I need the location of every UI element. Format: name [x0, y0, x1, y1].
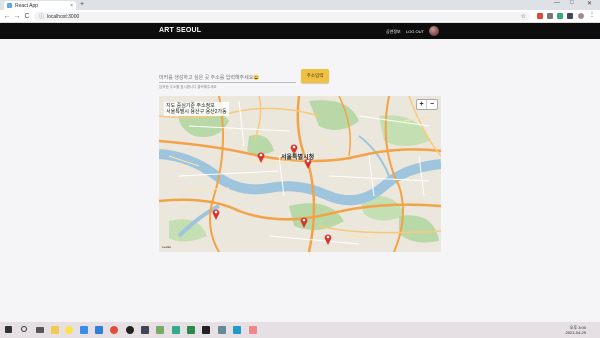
app-icon[interactable] [172, 326, 180, 334]
map-attribution[interactable]: Leaflet [162, 245, 171, 249]
kakaotalk-icon[interactable] [65, 326, 73, 334]
extension-icon[interactable] [537, 13, 543, 19]
app-icon[interactable] [233, 326, 241, 334]
app-icon[interactable] [156, 326, 164, 334]
app-icon[interactable] [187, 326, 195, 334]
react-favicon-icon [7, 3, 12, 8]
map-city-label: 서울특별시청 [281, 155, 315, 161]
address-search-input[interactable] [159, 74, 296, 83]
info-icon[interactable]: ⓘ [39, 13, 44, 20]
extension-icon[interactable] [557, 13, 563, 19]
zoom-in-button[interactable]: + [417, 100, 427, 109]
brand-logo[interactable]: ART SEOUL [159, 27, 201, 34]
windows-start-icon[interactable] [5, 326, 12, 333]
app-icon[interactable] [141, 326, 149, 334]
app-icon[interactable] [202, 326, 210, 334]
map-center-info-address: 서울특별시 용산구 용산2가동 [166, 109, 227, 115]
map-view[interactable]: 서울특별시청 지도 중심기준 주소정보 서울특별시 용산구 용산2가동 + − … [159, 96, 441, 252]
app-icon[interactable] [249, 326, 257, 334]
browser-tab[interactable]: React App × [4, 1, 76, 10]
zoom-control: + − [416, 99, 438, 110]
back-button[interactable]: ← [2, 13, 12, 20]
map-center-info: 지도 중심기준 주소정보 서울특별시 용산구 용산2가동 [164, 102, 229, 116]
file-explorer-icon[interactable] [51, 326, 59, 334]
zoom-out-button[interactable]: − [427, 100, 437, 109]
location-marker[interactable] [212, 208, 220, 220]
window-close-button[interactable]: ✕ [587, 0, 592, 7]
app-icon[interactable] [80, 326, 88, 334]
window-minimize-button[interactable]: — [554, 0, 560, 6]
tab-close-icon[interactable]: × [70, 3, 73, 9]
nav-performance-info[interactable]: 공연정보 [386, 29, 401, 35]
chrome-icon[interactable] [110, 326, 118, 334]
user-avatar[interactable] [429, 26, 439, 36]
nav-logout[interactable]: LOG OUT [406, 29, 424, 34]
vscode-icon[interactable] [95, 326, 103, 334]
windows-taskbar: 오후 3:00 2021-04-29 [0, 322, 600, 338]
extensions-puzzle-icon[interactable] [567, 13, 573, 19]
forward-button[interactable]: → [12, 13, 22, 20]
system-clock[interactable]: 오후 3:00 2021-04-29 [566, 325, 586, 335]
url-text: localhost:3000 [47, 13, 80, 20]
app-header: ART SEOUL 공연정보 LOG OUT [0, 23, 600, 39]
profile-avatar-icon[interactable] [578, 13, 584, 19]
bookmark-star-icon[interactable]: ☆ [521, 13, 526, 20]
reload-button[interactable]: C [22, 13, 32, 20]
extension-icon[interactable] [547, 13, 553, 19]
location-marker[interactable] [257, 151, 265, 163]
task-view-icon[interactable] [36, 327, 44, 333]
app-icon[interactable] [218, 326, 226, 334]
browser-tab-strip: React App × + — □ ✕ [0, 0, 600, 10]
tab-title: React App [15, 2, 39, 9]
address-submit-button[interactable]: 주소입력 [301, 69, 329, 83]
map-tiles [159, 96, 441, 252]
github-icon[interactable] [126, 326, 134, 334]
location-marker[interactable] [300, 216, 308, 228]
window-maximize-button[interactable]: □ [570, 0, 574, 6]
browser-toolbar: ← → C ⓘ localhost:3000 ☆ ⋮ [0, 10, 600, 23]
address-bar[interactable]: ⓘ localhost:3000 ☆ [34, 12, 530, 21]
search-icon[interactable] [21, 326, 27, 332]
search-helper-text: 입력한 주소를 표시합니다 클릭해주세요 [159, 85, 217, 89]
clock-date: 2021-04-29 [565, 330, 586, 335]
menu-kebab-icon[interactable]: ⋮ [589, 11, 595, 18]
location-marker[interactable] [324, 233, 332, 245]
new-tab-button[interactable]: + [80, 1, 84, 8]
